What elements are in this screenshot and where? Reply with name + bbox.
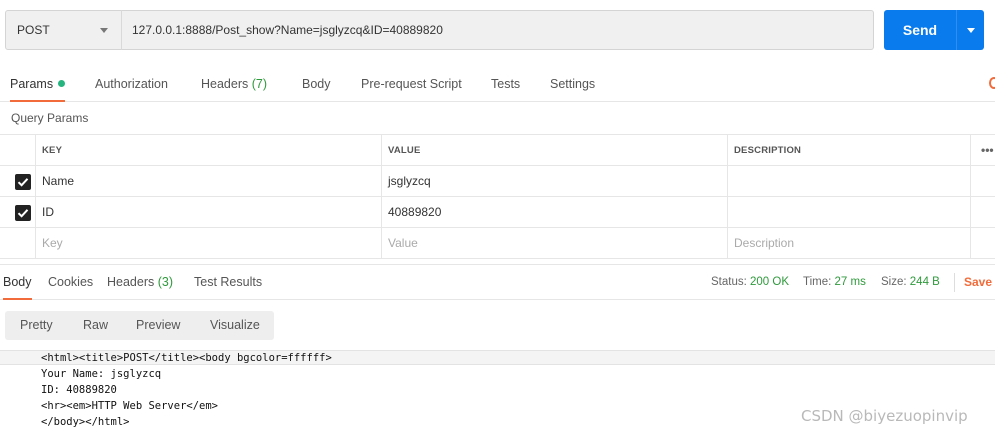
view-mode-pretty[interactable]: Pretty [20,311,53,340]
tab-cookies[interactable]: Cookies [48,265,93,300]
query-params-table: KEY VALUE DESCRIPTION ••• Name jsglyzcq … [0,134,995,259]
chevron-down-icon [100,28,108,33]
status-indicator[interactable]: Status: 200 OK [711,265,789,300]
size-label: Size: [881,276,907,288]
tab-response-body[interactable]: Body [3,265,32,300]
row-checkbox[interactable] [15,205,31,221]
time-indicator[interactable]: Time: 27 ms [803,265,866,300]
tab-body[interactable]: Body [302,66,331,102]
tab-params[interactable]: Params [10,66,66,102]
tab-label: Params [10,77,54,91]
code-line: Your Name: jsglyzcq [41,368,162,380]
checkmark-icon [17,209,29,218]
table-header-row: KEY VALUE DESCRIPTION ••• [0,135,995,166]
param-description[interactable] [728,166,971,197]
param-description[interactable] [728,197,971,228]
size-indicator[interactable]: Size: 244 B [881,265,940,300]
value-placeholder-input[interactable]: Value [382,228,728,259]
tab-response-headers[interactable]: Headers (3) [107,265,173,300]
status-label: Status: [711,276,747,288]
tab-settings[interactable]: Settings [550,66,595,102]
param-key[interactable]: Name [36,166,382,197]
request-tabs: Params Authorization Headers (7) Body Pr… [0,66,995,102]
method-value: POST [17,23,50,37]
tab-test-results[interactable]: Test Results [194,265,262,300]
size-value: 244 B [909,276,940,288]
response-tabs: Body Cookies Headers (3) Test Results St… [0,264,995,300]
checkmark-icon [17,178,29,187]
row-checkbox[interactable] [15,174,31,190]
view-mode-visualize[interactable]: Visualize [210,311,260,340]
watermark: CSDN @biyezuopinvip [801,407,968,425]
table-row-new: Key Value Description [0,228,995,259]
tab-tests[interactable]: Tests [491,66,520,102]
url-value: 127.0.0.1:8888/Post_show?Name=jsglyzcq&I… [132,23,443,37]
time-value: 27 ms [834,276,866,288]
tab-label: Headers [201,77,249,91]
status-value: 200 OK [750,276,790,288]
view-mode-selector: Pretty Raw Preview Visualize [5,311,274,340]
send-button[interactable]: Send [884,10,956,50]
active-dot-icon [58,80,66,88]
code-line: <hr><em>HTTP Web Server</em> [41,400,219,412]
view-mode-raw[interactable]: Raw [83,311,108,340]
chevron-down-icon [967,28,975,33]
code-line: ID: 40889820 [41,384,117,396]
key-placeholder-input[interactable]: Key [36,228,382,259]
query-params-title: Query Params [11,111,89,125]
send-options-button[interactable] [956,10,984,50]
tab-label: Headers [107,275,155,289]
code-line: </body></html> [41,416,130,428]
column-description-header: DESCRIPTION [728,135,971,166]
time-label: Time: [803,276,832,288]
column-key-header: KEY [36,135,382,166]
more-options-icon[interactable]: ••• [981,143,994,157]
divider [954,273,955,292]
param-value[interactable]: 40889820 [382,197,728,228]
method-select[interactable]: POST [5,10,122,50]
code-line: <html><title>POST</title><body bgcolor=f… [41,352,332,364]
tab-authorization[interactable]: Authorization [95,66,168,102]
headers-count: (7) [251,77,268,91]
save-response-button[interactable]: Save [964,265,992,300]
description-placeholder-input[interactable]: Description [728,228,971,259]
param-key[interactable]: ID [36,197,382,228]
cookies-link-icon[interactable] [989,77,995,89]
table-row: ID 40889820 [0,197,995,228]
param-value[interactable]: jsglyzcq [382,166,728,197]
view-mode-preview[interactable]: Preview [136,311,180,340]
column-value-header: VALUE [382,135,728,166]
tab-headers[interactable]: Headers (7) [201,66,267,102]
headers-count: (3) [157,275,174,289]
url-input[interactable]: 127.0.0.1:8888/Post_show?Name=jsglyzcq&I… [121,10,874,50]
tab-pre-request-script[interactable]: Pre-request Script [361,66,462,102]
table-row: Name jsglyzcq [0,166,995,197]
